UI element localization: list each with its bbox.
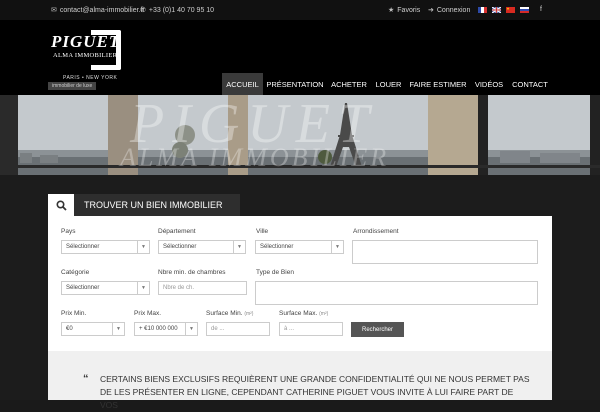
department-label: Département [158,228,196,235]
nav-contact[interactable]: CONTACT [510,73,550,95]
surface-max-input[interactable]: à ... [279,322,343,336]
logo-sub: ALMA IMMOBILIER [53,52,118,59]
rooms-input[interactable]: Nbre de ch. [158,281,247,295]
chevron-down-icon: ▼ [233,241,245,253]
district-multiselect[interactable] [352,240,538,264]
surface-min-placeholder: de ... [211,326,225,332]
favorites-link[interactable]: ★ Favoris [388,6,421,15]
surface-max-unit: (m²) [319,311,329,317]
surface-min-input[interactable]: de ... [206,322,270,336]
facebook-link[interactable]: f [540,6,542,13]
favorites-label: Favoris [397,6,421,14]
price-min-value: €0 [66,326,73,332]
flag-cn-icon[interactable] [506,7,515,13]
hero-banner: PIGUET ALMA IMMOBILIER [0,95,600,175]
rooms-label: Nbre min. de chambres [158,269,226,276]
top-bar: ✉ contact@alma-immobilier.fr ✆ +33 (0)1 … [0,0,600,20]
flag-uk-icon[interactable] [492,7,501,13]
price-max-select[interactable]: + €10 000 000 ▼ [134,322,198,336]
rooms-placeholder: Nbre de ch. [163,285,195,291]
price-min-select[interactable]: €0 ▼ [61,322,125,336]
login-label: Connexion [436,6,471,14]
country-select[interactable]: Sélectionner ▼ [61,240,150,254]
property-type-multiselect[interactable] [255,281,538,305]
surface-max-label: Surface Max. (m²) [279,310,328,317]
nav-presentation[interactable]: PRÉSENTATION [265,73,325,95]
category-select[interactable]: Sélectionner ▼ [61,281,150,295]
envelope-icon: ✉ [51,7,57,14]
login-icon: ➜ [428,7,434,14]
property-type-label: Type de Bien [256,269,294,276]
district-label: Arrondissement [353,228,399,235]
surface-max-label-text: Surface Max. [279,310,318,317]
flag-ru-icon[interactable] [520,7,529,13]
department-select[interactable]: Sélectionner ▼ [158,240,246,254]
surface-min-label-text: Surface Min. [206,310,243,317]
city-select[interactable]: Sélectionner ▼ [255,240,344,254]
surface-min-unit: (m²) [244,311,254,317]
price-max-value: + €10 000 000 [139,326,178,332]
nav-videos[interactable]: VIDÉOS [470,73,508,95]
nav-faire-estimer[interactable]: FAIRE ESTIMER [407,73,469,95]
department-select-value: Sélectionner [163,244,197,250]
phone-contact[interactable]: ✆ +33 (0)1 40 70 95 10 [140,6,214,15]
city-label: Ville [256,228,269,235]
nav-acheter[interactable]: ACHETER [327,73,371,95]
login-link[interactable]: ➜ Connexion [428,6,471,15]
quote-icon: “ [83,373,89,385]
country-label: Pays [61,228,76,235]
chevron-down-icon: ▼ [137,241,149,253]
logo-tagline: immobilier de luxe [48,82,97,90]
chevron-down-icon: ▼ [331,241,343,253]
facebook-icon: f [540,6,542,13]
hero-watermark-sub: ALMA IMMOBILIER [120,143,390,172]
city-select-value: Sélectionner [260,244,294,250]
search-icon [48,194,74,216]
email-contact[interactable]: ✉ contact@alma-immobilier.fr [51,6,145,15]
phone-text[interactable]: +33 (0)1 40 70 95 10 [149,7,214,14]
star-icon: ★ [388,7,395,14]
search-tab: TROUVER UN BIEN IMMOBILIER [48,194,240,216]
search-button[interactable]: Rechercher [351,322,404,337]
price-max-label: Prix Max. [134,310,162,317]
notice-text: CERTAINS BIENS EXCLUSIFS REQUIÈRENT UNE … [100,374,530,410]
chevron-down-icon: ▼ [185,323,197,335]
surface-max-placeholder: à ... [284,326,295,332]
chevron-down-icon: ▼ [137,282,149,294]
confidentiality-notice: “ CERTAINS BIENS EXCLUSIFS REQUIÈRENT UN… [48,351,552,410]
search-title: TROUVER UN BIEN IMMOBILIER [74,194,240,216]
logo-name: PIGUET [51,32,121,51]
header: PIGUET ALMA IMMOBILIER PARIS • NEW YORK … [0,20,600,95]
logo[interactable]: PIGUET ALMA IMMOBILIER PARIS • NEW YORK … [48,30,121,92]
nav-louer[interactable]: LOUER [372,73,405,95]
country-select-value: Sélectionner [66,244,100,250]
price-min-label: Prix Min. [61,310,87,317]
category-label: Catégorie [61,269,90,276]
chevron-down-icon: ▼ [112,323,124,335]
nav-accueil[interactable]: ACCUEIL [222,73,263,95]
email-text[interactable]: contact@alma-immobilier.fr [60,7,145,14]
flag-fr-icon[interactable] [478,7,487,13]
phone-icon: ✆ [140,7,146,14]
category-select-value: Sélectionner [66,285,100,291]
surface-min-label: Surface Min. (m²) [206,310,253,317]
logo-cities: PARIS • NEW YORK [63,75,118,81]
